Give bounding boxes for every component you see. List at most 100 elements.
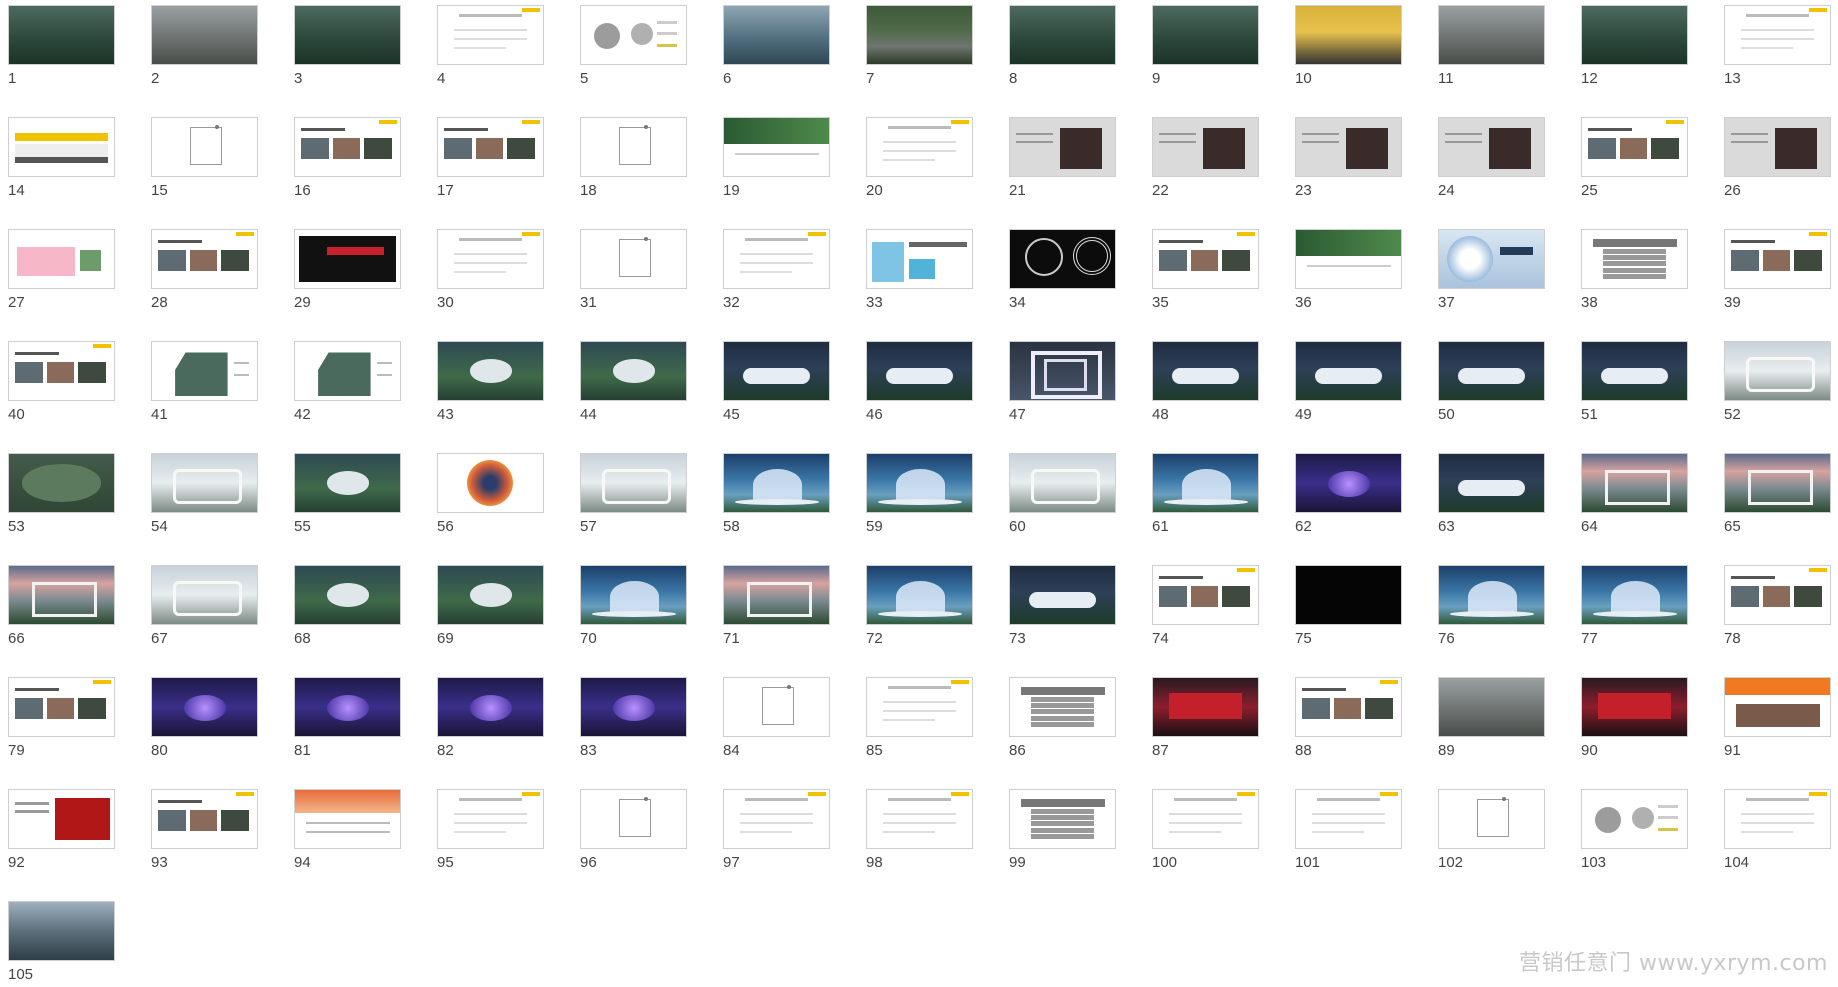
slide-thumbnail[interactable]: 61 bbox=[1152, 453, 1259, 535]
slide-preview[interactable] bbox=[8, 341, 115, 401]
slide-preview[interactable] bbox=[294, 5, 401, 65]
slide-preview[interactable] bbox=[437, 117, 544, 177]
slide-preview[interactable] bbox=[1724, 5, 1831, 65]
slide-thumbnail[interactable]: 45 bbox=[723, 341, 830, 423]
slide-preview[interactable] bbox=[1581, 677, 1688, 737]
slide-preview[interactable] bbox=[1152, 229, 1259, 289]
slide-thumbnail[interactable]: 58 bbox=[723, 453, 830, 535]
slide-preview[interactable] bbox=[1724, 789, 1831, 849]
slide-thumbnail[interactable]: 14 bbox=[8, 117, 115, 199]
slide-thumbnail[interactable]: 52 bbox=[1724, 341, 1831, 423]
slide-preview[interactable] bbox=[866, 677, 973, 737]
slide-preview[interactable] bbox=[723, 229, 830, 289]
slide-thumbnail[interactable]: 33 bbox=[866, 229, 973, 311]
slide-preview[interactable] bbox=[8, 677, 115, 737]
slide-thumbnail[interactable]: 50 bbox=[1438, 341, 1545, 423]
slide-preview[interactable] bbox=[294, 117, 401, 177]
slide-thumbnail[interactable]: 104 bbox=[1724, 789, 1831, 871]
slide-thumbnail[interactable]: 94 bbox=[294, 789, 401, 871]
slide-preview[interactable] bbox=[866, 565, 973, 625]
slide-preview[interactable] bbox=[1295, 229, 1402, 289]
slide-thumbnail[interactable]: 75 bbox=[1295, 565, 1402, 647]
slide-preview[interactable] bbox=[866, 117, 973, 177]
slide-thumbnail[interactable]: 73 bbox=[1009, 565, 1116, 647]
slide-thumbnail[interactable]: 32 bbox=[723, 229, 830, 311]
slide-preview[interactable] bbox=[1438, 565, 1545, 625]
slide-preview[interactable] bbox=[1724, 565, 1831, 625]
slide-thumbnail[interactable]: 67 bbox=[151, 565, 258, 647]
slide-thumbnail[interactable]: 30 bbox=[437, 229, 544, 311]
slide-thumbnail[interactable]: 26 bbox=[1724, 117, 1831, 199]
slide-preview[interactable] bbox=[8, 901, 115, 961]
slide-thumbnail[interactable]: 71 bbox=[723, 565, 830, 647]
slide-thumbnail[interactable]: 11 bbox=[1438, 5, 1545, 87]
slide-preview[interactable] bbox=[1009, 565, 1116, 625]
slide-thumbnail[interactable]: 102 bbox=[1438, 789, 1545, 871]
slide-preview[interactable] bbox=[1724, 341, 1831, 401]
slide-thumbnail[interactable]: 68 bbox=[294, 565, 401, 647]
slide-preview[interactable] bbox=[580, 565, 687, 625]
slide-thumbnail[interactable]: 90 bbox=[1581, 677, 1688, 759]
slide-thumbnail[interactable]: 85 bbox=[866, 677, 973, 759]
slide-thumbnail[interactable]: 77 bbox=[1581, 565, 1688, 647]
slide-preview[interactable] bbox=[1438, 453, 1545, 513]
slide-thumbnail[interactable]: 37 bbox=[1438, 229, 1545, 311]
slide-thumbnail[interactable]: 60 bbox=[1009, 453, 1116, 535]
slide-thumbnail[interactable]: 44 bbox=[580, 341, 687, 423]
slide-thumbnail[interactable]: 34 bbox=[1009, 229, 1116, 311]
slide-preview[interactable] bbox=[723, 117, 830, 177]
slide-preview[interactable] bbox=[1581, 117, 1688, 177]
slide-preview[interactable] bbox=[580, 453, 687, 513]
slide-preview[interactable] bbox=[437, 677, 544, 737]
slide-preview[interactable] bbox=[866, 789, 973, 849]
slide-thumbnail[interactable]: 80 bbox=[151, 677, 258, 759]
slide-thumbnail[interactable]: 74 bbox=[1152, 565, 1259, 647]
slide-thumbnail[interactable]: 99 bbox=[1009, 789, 1116, 871]
slide-preview[interactable] bbox=[437, 5, 544, 65]
slide-preview[interactable] bbox=[1152, 789, 1259, 849]
slide-thumbnail[interactable]: 82 bbox=[437, 677, 544, 759]
slide-thumbnail[interactable]: 9 bbox=[1152, 5, 1259, 87]
slide-preview[interactable] bbox=[1009, 229, 1116, 289]
slide-preview[interactable] bbox=[151, 341, 258, 401]
slide-preview[interactable] bbox=[8, 453, 115, 513]
slide-preview[interactable] bbox=[1295, 789, 1402, 849]
slide-thumbnail[interactable]: 20 bbox=[866, 117, 973, 199]
slide-preview[interactable] bbox=[1009, 677, 1116, 737]
slide-thumbnail[interactable]: 84 bbox=[723, 677, 830, 759]
slide-preview[interactable] bbox=[1581, 229, 1688, 289]
slide-thumbnail[interactable]: 59 bbox=[866, 453, 973, 535]
slide-thumbnail[interactable]: 24 bbox=[1438, 117, 1545, 199]
slide-preview[interactable] bbox=[1009, 117, 1116, 177]
slide-preview[interactable] bbox=[866, 453, 973, 513]
slide-thumbnail[interactable]: 27 bbox=[8, 229, 115, 311]
slide-thumbnail[interactable]: 46 bbox=[866, 341, 973, 423]
slide-preview[interactable] bbox=[294, 565, 401, 625]
slide-preview[interactable] bbox=[723, 565, 830, 625]
slide-thumbnail[interactable]: 93 bbox=[151, 789, 258, 871]
slide-thumbnail[interactable]: 79 bbox=[8, 677, 115, 759]
slide-thumbnail[interactable]: 10 bbox=[1295, 5, 1402, 87]
slide-preview[interactable] bbox=[1009, 789, 1116, 849]
slide-thumbnail[interactable]: 103 bbox=[1581, 789, 1688, 871]
slide-thumbnail[interactable]: 70 bbox=[580, 565, 687, 647]
slide-preview[interactable] bbox=[580, 5, 687, 65]
slide-thumbnail[interactable]: 16 bbox=[294, 117, 401, 199]
slide-thumbnail[interactable]: 92 bbox=[8, 789, 115, 871]
slide-thumbnail[interactable]: 39 bbox=[1724, 229, 1831, 311]
slide-thumbnail[interactable]: 48 bbox=[1152, 341, 1259, 423]
slide-thumbnail[interactable]: 21 bbox=[1009, 117, 1116, 199]
slide-thumbnail[interactable]: 49 bbox=[1295, 341, 1402, 423]
slide-thumbnail[interactable]: 7 bbox=[866, 5, 973, 87]
slide-thumbnail[interactable]: 28 bbox=[151, 229, 258, 311]
slide-preview[interactable] bbox=[1152, 117, 1259, 177]
slide-thumbnail[interactable]: 56 bbox=[437, 453, 544, 535]
slide-thumbnail[interactable]: 72 bbox=[866, 565, 973, 647]
slide-thumbnail[interactable]: 100 bbox=[1152, 789, 1259, 871]
slide-thumbnail[interactable]: 96 bbox=[580, 789, 687, 871]
slide-preview[interactable] bbox=[1438, 229, 1545, 289]
slide-preview[interactable] bbox=[1295, 453, 1402, 513]
slide-preview[interactable] bbox=[723, 341, 830, 401]
slide-preview[interactable] bbox=[1581, 565, 1688, 625]
slide-preview[interactable] bbox=[1295, 5, 1402, 65]
